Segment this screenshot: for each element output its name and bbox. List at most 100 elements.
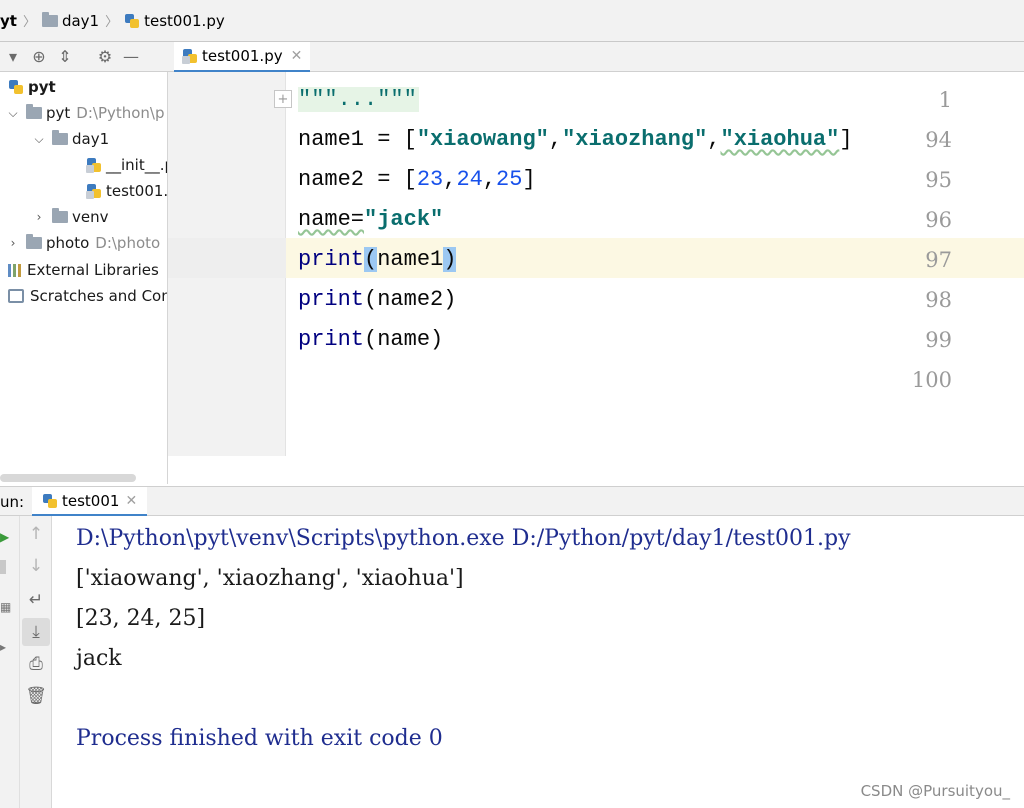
- arrow-down-icon[interactable]: ↓: [22, 552, 50, 580]
- folder-icon: [41, 11, 58, 27]
- breadcrumb-separator-icon: 〉: [22, 15, 36, 30]
- code-token: name1: [377, 247, 444, 272]
- watermark: CSDN @Pursuityou_: [860, 782, 1010, 800]
- tree-item-pyt[interactable]: ⌵ pyt D:\Python\p: [6, 100, 165, 126]
- chevron-right-icon[interactable]: ›: [32, 210, 46, 224]
- rerun-icon[interactable]: ▶: [0, 530, 9, 544]
- chevron-down-icon[interactable]: ⌵: [6, 106, 20, 121]
- current-line-highlight: [168, 238, 1024, 278]
- line-number: 99: [925, 328, 952, 352]
- folder-icon: [52, 208, 68, 223]
- run-toolbar: ↑ ↓ ↵ ⤓ ⎙ 🗑: [20, 516, 52, 808]
- layout-icon[interactable]: ▦: [0, 600, 11, 614]
- close-icon[interactable]: ✕: [291, 48, 303, 64]
- breadcrumb-item-file[interactable]: test001.py: [124, 12, 225, 30]
- collapse-all-icon[interactable]: ⇕: [52, 44, 78, 70]
- breadcrumb-item-folder[interactable]: day1: [41, 11, 100, 30]
- matched-paren: ): [443, 247, 457, 272]
- editor-tab-bar: test001.py ✕: [168, 42, 1024, 73]
- tree-item-init[interactable]: __init__.p: [86, 152, 168, 178]
- stop-icon[interactable]: [0, 560, 6, 574]
- project-view-menu-icon[interactable]: ▾: [0, 44, 26, 70]
- matched-paren: (: [364, 247, 378, 272]
- code-builtin: print: [298, 287, 365, 312]
- tree-item-label: __init__.p: [106, 156, 168, 174]
- code-token: name2 = [: [298, 167, 417, 192]
- breadcrumb-item-project[interactable]: yt: [0, 12, 17, 30]
- console-output-line: jack: [76, 646, 122, 671]
- code-line-99: print(name): [298, 320, 443, 360]
- project-icon: [8, 79, 24, 95]
- code-string: "xiaozhang": [562, 127, 708, 152]
- line-number: 100: [911, 368, 952, 392]
- code-token: ]: [522, 167, 536, 192]
- horizontal-scrollbar[interactable]: [0, 474, 136, 482]
- tree-item-day1[interactable]: ⌵ day1: [32, 126, 109, 152]
- folder-icon: [52, 130, 68, 145]
- run-panel-header: un: test001 ✕: [0, 486, 1024, 517]
- tree-item-test001[interactable]: test001.p: [86, 178, 168, 204]
- run-console[interactable]: D:\Python\pyt\venv\Scripts\python.exe D:…: [52, 516, 1024, 808]
- breadcrumb-project-label: yt: [0, 11, 17, 30]
- python-file-icon: [42, 493, 58, 509]
- breadcrumb-file-label: test001.py: [144, 11, 225, 30]
- console-command-line: D:\Python\pyt\venv\Scripts\python.exe D:…: [76, 526, 851, 551]
- python-file-icon: [124, 13, 140, 29]
- chevron-down-icon[interactable]: ⌵: [32, 132, 46, 147]
- tree-item-label: pyt: [46, 104, 71, 122]
- print-icon[interactable]: ⎙: [22, 650, 50, 678]
- tree-item-venv[interactable]: › venv: [32, 204, 109, 230]
- code-line-1: """...""": [298, 80, 419, 120]
- code-line-98: print(name2): [298, 280, 456, 320]
- code-token: name1 = [: [298, 127, 417, 152]
- code-token: ,: [482, 167, 497, 192]
- pin-icon[interactable]: ▸: [0, 640, 6, 654]
- tree-item-label: pyt: [28, 78, 56, 96]
- code-number: 23: [416, 167, 444, 192]
- code-number: 25: [496, 167, 523, 192]
- code-token: ,: [443, 167, 457, 192]
- chevron-right-icon[interactable]: ›: [6, 236, 20, 250]
- code-number: 24: [456, 167, 483, 192]
- soft-wrap-icon[interactable]: ↵: [22, 586, 50, 614]
- code-builtin: print: [298, 247, 365, 272]
- close-icon[interactable]: ✕: [125, 493, 137, 509]
- code-line-96: name="jack": [298, 200, 443, 240]
- tree-item-pyt-root[interactable]: pyt: [8, 74, 56, 100]
- line-number: 98: [925, 288, 952, 312]
- breadcrumb-separator-icon: 〉: [105, 15, 119, 30]
- tree-item-label: day1: [72, 130, 110, 148]
- scroll-to-end-icon[interactable]: ⤓: [22, 618, 50, 646]
- breadcrumb: yt 〉 day1 〉 test001.py: [0, 0, 1024, 42]
- gear-icon[interactable]: ⚙: [92, 44, 118, 70]
- tree-item-scratches[interactable]: Scratches and Cons: [8, 283, 167, 309]
- tab-label: test001.py: [202, 47, 283, 65]
- code-token: (name2): [364, 287, 457, 312]
- tree-item-label: External Libraries: [27, 261, 159, 279]
- console-output-line: ['xiaowang', 'xiaozhang', 'xiaohua']: [76, 566, 464, 591]
- run-tab-test001[interactable]: test001 ✕: [32, 487, 148, 517]
- tree-item-label: test001.p: [106, 182, 168, 200]
- tree-item-external-libraries[interactable]: External Libraries: [8, 257, 159, 283]
- arrow-up-icon[interactable]: ↑: [22, 520, 50, 548]
- hide-panel-icon[interactable]: —: [118, 44, 144, 70]
- code-editor[interactable]: 1 94 95 96 97 98 99 100 + """...""" name…: [168, 72, 1024, 456]
- line-number: 96: [925, 208, 952, 232]
- breadcrumb-folder-label: day1: [61, 11, 100, 30]
- folder-icon: [26, 104, 42, 119]
- run-tab-label: test001: [62, 491, 120, 510]
- python-file-icon: [86, 183, 102, 199]
- current-line-gutter-highlight: [168, 238, 286, 278]
- trash-icon[interactable]: 🗑: [22, 682, 50, 710]
- tree-item-photo[interactable]: › photo D:\photo: [6, 230, 160, 256]
- python-file-icon: [182, 48, 198, 64]
- run-side-strip: ▶ ▦ ▸: [0, 516, 20, 808]
- expand-fold-icon[interactable]: +: [274, 90, 292, 108]
- code-string: "xiaohua": [720, 127, 840, 152]
- tree-item-path: D:\Python\p: [76, 104, 165, 122]
- tab-test001-py[interactable]: test001.py ✕: [174, 42, 311, 73]
- tree-item-label: venv: [72, 208, 109, 226]
- folded-docstring[interactable]: """...""": [298, 87, 419, 112]
- code-token: (name): [364, 327, 444, 352]
- locate-file-icon[interactable]: ⊕: [26, 44, 52, 70]
